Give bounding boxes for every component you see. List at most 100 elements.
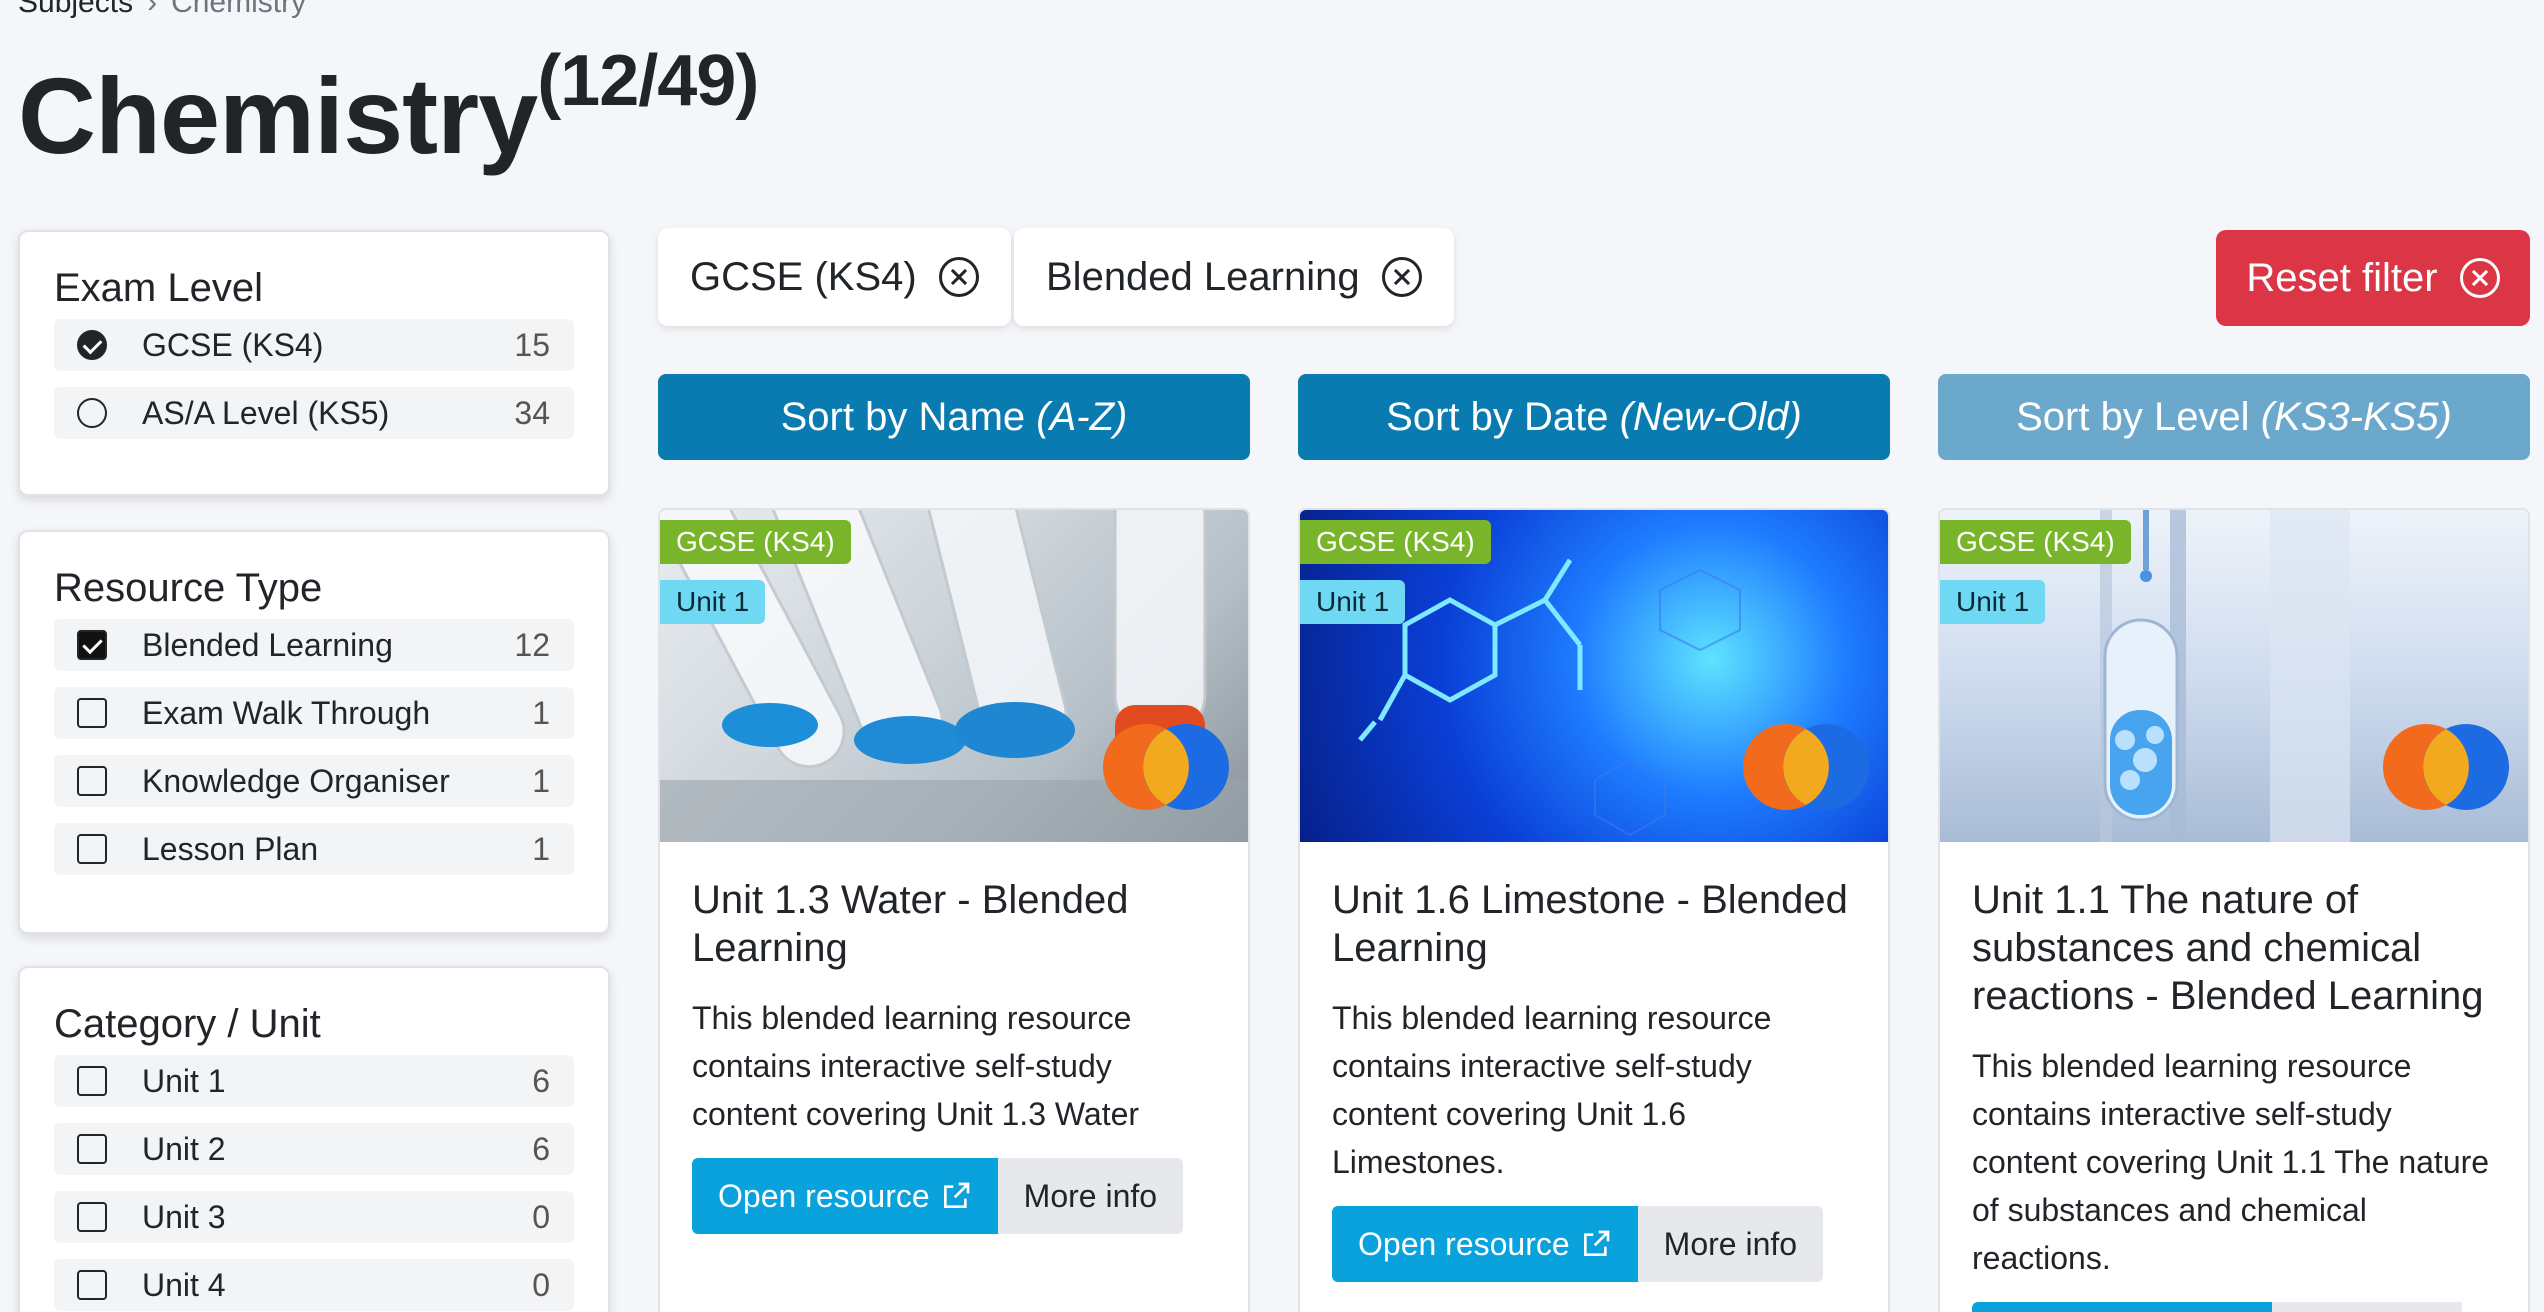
remove-filter-icon[interactable]: [938, 257, 979, 297]
filter-option-label: GCSE (KS4): [142, 326, 324, 363]
filter-option-count: 1: [532, 694, 550, 731]
resource-card: GCSE (KS4) Unit 1 Unit 1.1 The nature of…: [1938, 508, 2530, 1312]
page-title-text: Chemistry: [18, 55, 538, 176]
active-filter-chip-gcse[interactable]: GCSE (KS4): [658, 228, 1011, 326]
sort-hint: (KS3-KS5): [2260, 394, 2452, 439]
remove-filter-icon[interactable]: [1381, 257, 1422, 297]
checkbox-icon[interactable]: [77, 1270, 107, 1300]
breadcrumb-separator: ›: [147, 0, 158, 19]
card-title[interactable]: Unit 1.6 Limestone - Blended Learning: [1332, 876, 1856, 972]
level-tag: GCSE (KS4): [1940, 520, 2131, 564]
resource-card: GCSE (KS4) Unit 1 Unit 1.6 Limestone - B…: [1298, 508, 1890, 1312]
breadcrumb-subjects-link[interactable]: Subjects: [18, 0, 133, 19]
reset-filter-label: Reset filter: [2246, 255, 2438, 300]
resource-thumbnail-test-tubes: GCSE (KS4) Unit 1: [660, 510, 1248, 842]
filter-option-a-level[interactable]: AS/A Level (KS5) 34: [54, 387, 574, 439]
card-description: This blended learning resource contains …: [1972, 1048, 2490, 1276]
filter-option-gcse[interactable]: GCSE (KS4) 15: [54, 319, 574, 371]
checkbox-icon[interactable]: [77, 698, 107, 728]
filter-option-count: 12: [514, 626, 550, 663]
filter-heading-resource-type: Resource Type: [54, 566, 323, 610]
filter-option-unit-3[interactable]: Unit 3 0: [54, 1191, 574, 1243]
filter-option-count: 6: [532, 1062, 550, 1099]
level-tag: GCSE (KS4): [660, 520, 851, 564]
checkbox-checked-icon[interactable]: [77, 630, 107, 660]
sort-hint: (A-Z): [1036, 394, 1128, 439]
filter-heading-category: Category / Unit: [54, 1002, 321, 1046]
sort-by-date-button[interactable]: Sort by Date (New-Old): [1298, 374, 1890, 460]
open-resource-button[interactable]: Open resource: [1332, 1206, 1638, 1282]
filter-panel-exam-level: Exam Level GCSE (KS4) 15 AS/A Level (KS5…: [18, 230, 610, 496]
filter-option-label: Unit 1: [142, 1062, 226, 1099]
breadcrumb-current: Chemistry: [171, 0, 307, 19]
filter-option-count: 6: [532, 1130, 550, 1167]
external-link-icon: [943, 1182, 970, 1208]
sort-label: Sort by Name: [780, 394, 1026, 439]
filter-option-lesson-plan[interactable]: Lesson Plan 1: [54, 823, 574, 875]
filter-option-label: Lesson Plan: [142, 830, 319, 867]
external-link-icon: [1583, 1230, 1610, 1256]
active-filter-chip-blended-learning[interactable]: Blended Learning: [1014, 228, 1454, 326]
filter-option-count: 0: [532, 1266, 550, 1303]
card-title[interactable]: Unit 1.3 Water - Blended Learning: [692, 876, 1216, 972]
reset-filter-button[interactable]: Reset filter: [2216, 230, 2530, 326]
resource-thumbnail-lab-glassware: GCSE (KS4) Unit 1: [1940, 510, 2528, 842]
level-tag: GCSE (KS4): [1300, 520, 1491, 564]
filter-option-blended-learning[interactable]: Blended Learning 12: [54, 619, 574, 671]
checkbox-icon[interactable]: [77, 766, 107, 796]
more-info-button-partial[interactable]: [2272, 1302, 2462, 1312]
more-info-button[interactable]: More info: [997, 1158, 1184, 1234]
filter-option-knowledge-organiser[interactable]: Knowledge Organiser 1: [54, 755, 574, 807]
sort-label: Sort by Date: [1386, 394, 1609, 439]
result-count: (12/49): [537, 41, 759, 121]
more-info-button[interactable]: More info: [1637, 1206, 1824, 1282]
filter-option-unit-2[interactable]: Unit 2 6: [54, 1123, 574, 1175]
active-filter-label: GCSE (KS4): [690, 254, 917, 299]
filter-option-label: AS/A Level (KS5): [142, 394, 390, 431]
filter-heading-exam-level: Exam Level: [54, 266, 263, 310]
card-description: This blended learning resource contains …: [692, 1000, 1140, 1132]
card-actions-partial: [1972, 1302, 2496, 1312]
filter-option-count: 15: [514, 326, 550, 363]
filter-option-label: Exam Walk Through: [142, 694, 431, 731]
radio-icon[interactable]: [77, 398, 107, 428]
filter-option-count: 0: [532, 1198, 550, 1235]
open-resource-label: Open resource: [718, 1177, 930, 1214]
filter-option-label: Unit 2: [142, 1130, 226, 1167]
active-filter-label: Blended Learning: [1046, 254, 1360, 299]
resource-thumbnail-molecule: GCSE (KS4) Unit 1: [1300, 510, 1888, 842]
checkbox-icon[interactable]: [77, 1134, 107, 1164]
filter-option-unit-4[interactable]: Unit 4 0: [54, 1259, 574, 1311]
unit-tag: Unit 1: [660, 580, 766, 624]
filter-option-label: Knowledge Organiser: [142, 762, 450, 799]
reset-close-icon: [2459, 258, 2500, 298]
sort-by-level-button[interactable]: Sort by Level (KS3-KS5): [1938, 374, 2530, 460]
page-title: Chemistry(12/49): [18, 40, 759, 178]
sort-label: Sort by Level: [2016, 394, 2250, 439]
checkbox-icon[interactable]: [77, 1202, 107, 1232]
card-title[interactable]: Unit 1.1 The nature of substances and ch…: [1972, 876, 2496, 1020]
radio-selected-icon[interactable]: [77, 330, 107, 360]
filter-option-label: Blended Learning: [142, 626, 393, 663]
sort-by-name-button[interactable]: Sort by Name (A-Z): [658, 374, 1250, 460]
unit-tag: Unit 1: [1300, 580, 1406, 624]
filter-option-count: 1: [532, 830, 550, 867]
blended-learning-logo-icon: [1103, 724, 1229, 810]
filter-option-label: Unit 4: [142, 1266, 226, 1303]
filter-panel-resource-type: Resource Type Blended Learning 12 Exam W…: [18, 530, 610, 934]
unit-tag: Unit 1: [1940, 580, 2046, 624]
filter-option-exam-walk-through[interactable]: Exam Walk Through 1: [54, 687, 574, 739]
blended-learning-logo-icon: [1743, 724, 1869, 810]
checkbox-icon[interactable]: [77, 834, 107, 864]
resource-card: GCSE (KS4) Unit 1 Unit 1.3 Water - Blend…: [658, 508, 1250, 1312]
checkbox-icon[interactable]: [77, 1066, 107, 1096]
open-resource-label: Open resource: [1358, 1225, 1570, 1262]
filter-option-count: 1: [532, 762, 550, 799]
filter-option-unit-1[interactable]: Unit 1 6: [54, 1055, 574, 1107]
card-description: This blended learning resource contains …: [1332, 1000, 1772, 1180]
filter-option-count: 34: [514, 394, 550, 431]
filter-panel-category: Category / Unit Unit 1 6 Unit 2 6 Unit 3…: [18, 966, 610, 1312]
breadcrumb: Subjects › Chemistry: [18, 0, 306, 20]
open-resource-button[interactable]: Open resource: [692, 1158, 998, 1234]
open-resource-button-partial[interactable]: [1972, 1302, 2272, 1312]
